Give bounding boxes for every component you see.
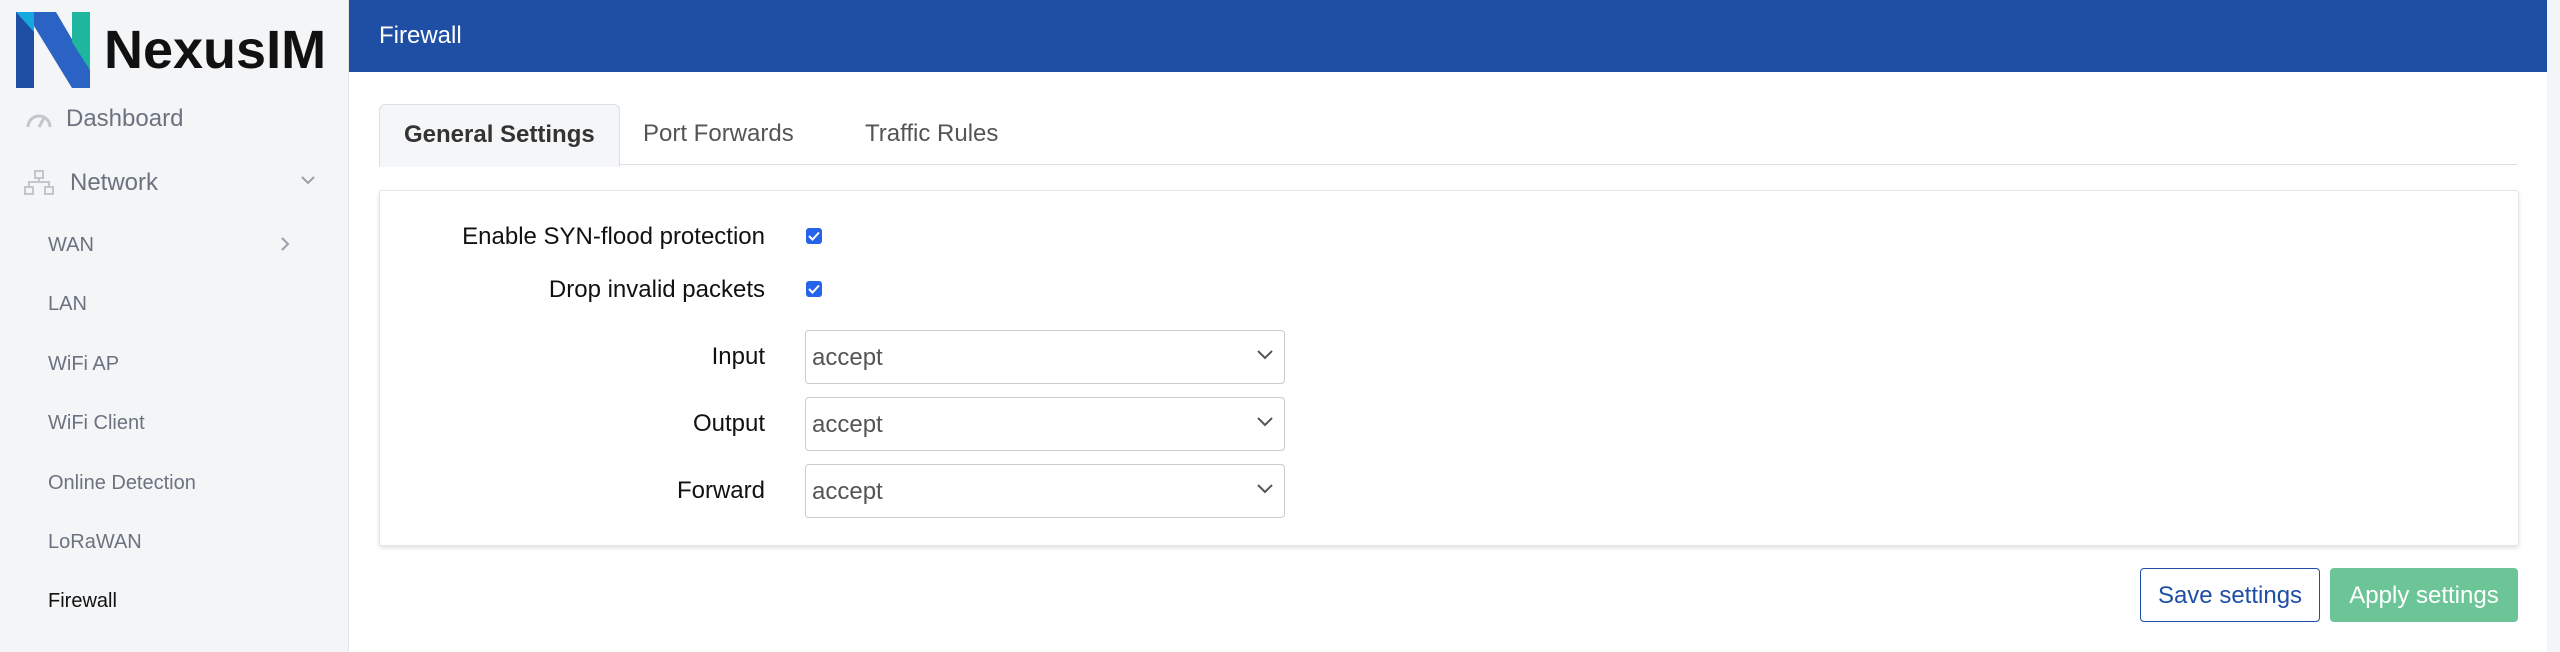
chevron-down-icon [1256,347,1274,365]
tab-traffic-rules[interactable]: Traffic Rules [841,104,1022,164]
main-content: General Settings Port Forwards Traffic R… [349,72,2547,652]
dashboard-gauge-icon [24,104,54,134]
tab-general-settings[interactable]: General Settings [379,104,620,167]
chevron-down-icon [1256,414,1274,432]
sidebar-item-network[interactable]: Network [24,168,158,198]
tab-bar: General Settings Port Forwards Traffic R… [379,104,2517,167]
sidebar-item-wifi-ap[interactable]: WiFi AP [48,353,119,376]
drop-invalid-label: Drop invalid packets [548,276,765,303]
page-title: Firewall [379,22,462,49]
select-value: accept [812,411,883,438]
network-topology-icon [24,168,54,198]
tab-port-forwards[interactable]: Port Forwards [619,104,818,164]
page-header: Firewall [349,0,2547,72]
sidebar-item-online-detection[interactable]: Online Detection [48,472,196,495]
save-settings-button[interactable]: Save settings [2140,568,2320,622]
sidebar-item-dashboard[interactable]: Dashboard [24,104,183,134]
brand-name: NexusIM [104,20,327,80]
output-policy-select[interactable]: accept [805,397,1285,451]
syn-flood-label: Enable SYN-flood protection [462,223,765,250]
output-policy-label: Output [692,410,765,437]
brand-logo[interactable]: NexusIM [16,12,326,88]
sidebar-item-lorawan[interactable]: LoRaWAN [48,531,142,554]
apply-settings-button[interactable]: Apply settings [2330,568,2518,622]
settings-card: Enable SYN-flood protection Drop invalid… [379,190,2519,546]
sidebar-item-firewall[interactable]: Firewall [48,590,117,613]
drop-invalid-checkbox[interactable] [806,281,822,297]
nexusim-logo-icon [16,12,90,88]
forward-policy-select[interactable]: accept [805,464,1285,518]
sidebar-item-label: Dashboard [66,105,184,132]
chevron-down-icon [1256,481,1274,499]
checkmark-icon [808,231,820,241]
select-value: accept [812,344,883,371]
sidebar: NexusIM Dashboard Network WAN LAN WiFi A… [0,0,349,652]
sidebar-item-lan[interactable]: LAN [48,293,87,316]
forward-policy-label: Forward [676,477,765,504]
sidebar-item-wifi-client[interactable]: WiFi Client [48,412,145,435]
input-policy-label: Input [711,343,765,370]
chevron-right-icon[interactable] [280,236,290,257]
checkmark-icon [808,284,820,294]
chevron-down-icon[interactable] [300,172,316,190]
input-policy-select[interactable]: accept [805,330,1285,384]
sidebar-item-label: Network [70,169,159,196]
select-value: accept [812,478,883,505]
syn-flood-checkbox[interactable] [806,228,822,244]
sidebar-item-wan[interactable]: WAN [48,234,94,257]
